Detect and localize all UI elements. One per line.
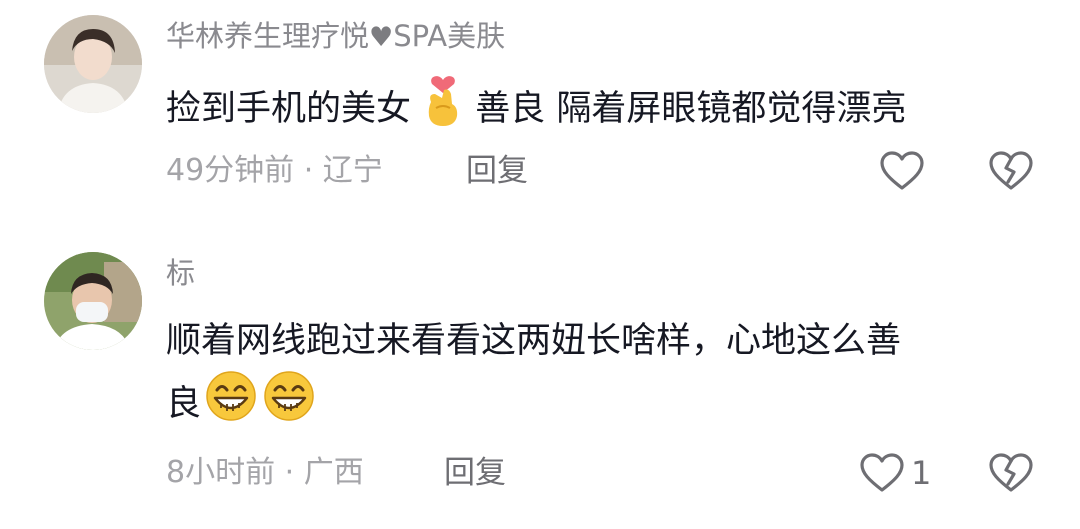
dislike-button[interactable] [988,150,1034,196]
avatar-image [44,15,142,113]
comment-time-location: 49分钟前 · 辽宁 [166,153,383,188]
comment-item: 标 顺着网线跑过来看看这两妞长啥样，心地这么善 良 8小时前 · 广西 回复 1 [0,240,1080,529]
comment-text-part: 良 [166,384,202,424]
username-part: 华林养生理疗悦 [166,19,370,53]
like-button[interactable]: 1 [859,452,931,494]
heart-icon: ♥ [369,22,394,53]
avatar-image [44,252,142,350]
comment-username[interactable]: 标 [166,254,195,292]
dislike-button[interactable] [988,452,1034,498]
avatar[interactable] [44,15,142,113]
like-button[interactable] [879,150,925,192]
broken-heart-icon [989,453,1033,492]
comment-text-line: 顺着网线跑过来看看这两妞长啥样，心地这么善 [166,321,902,361]
comment-text-part: 善良 隔着屏眼镜都觉得漂亮 [475,89,907,129]
reply-button[interactable]: 回复 [444,453,506,493]
heart-finger-emoji [422,74,464,146]
grin-emoji [205,370,257,440]
like-heart-icon [880,151,924,190]
comment-text-part: 捡到手机的美女 [166,89,412,129]
comment-text: 捡到手机的美女 善良 隔着屏眼镜都觉得漂亮 [166,74,1036,146]
comment-text-line: 良 [166,370,1036,440]
avatar[interactable] [44,252,142,350]
comment-text: 顺着网线跑过来看看这两妞长啥样，心地这么善 良 [166,312,1036,440]
like-count: 1 [911,454,932,492]
reply-button[interactable]: 回复 [466,151,528,191]
comment-time-location: 8小时前 · 广西 [166,455,364,490]
username-part: SPA美肤 [393,19,506,53]
grin-emoji [263,370,315,440]
comment-username[interactable]: 华林养生理疗悦♥SPA美肤 [166,17,505,57]
broken-heart-icon [989,151,1033,190]
comment-item: 华林养生理疗悦♥SPA美肤 捡到手机的美女 善良 隔着屏眼镜都觉得漂亮 49分钟… [0,0,1080,230]
like-heart-icon [860,453,904,492]
